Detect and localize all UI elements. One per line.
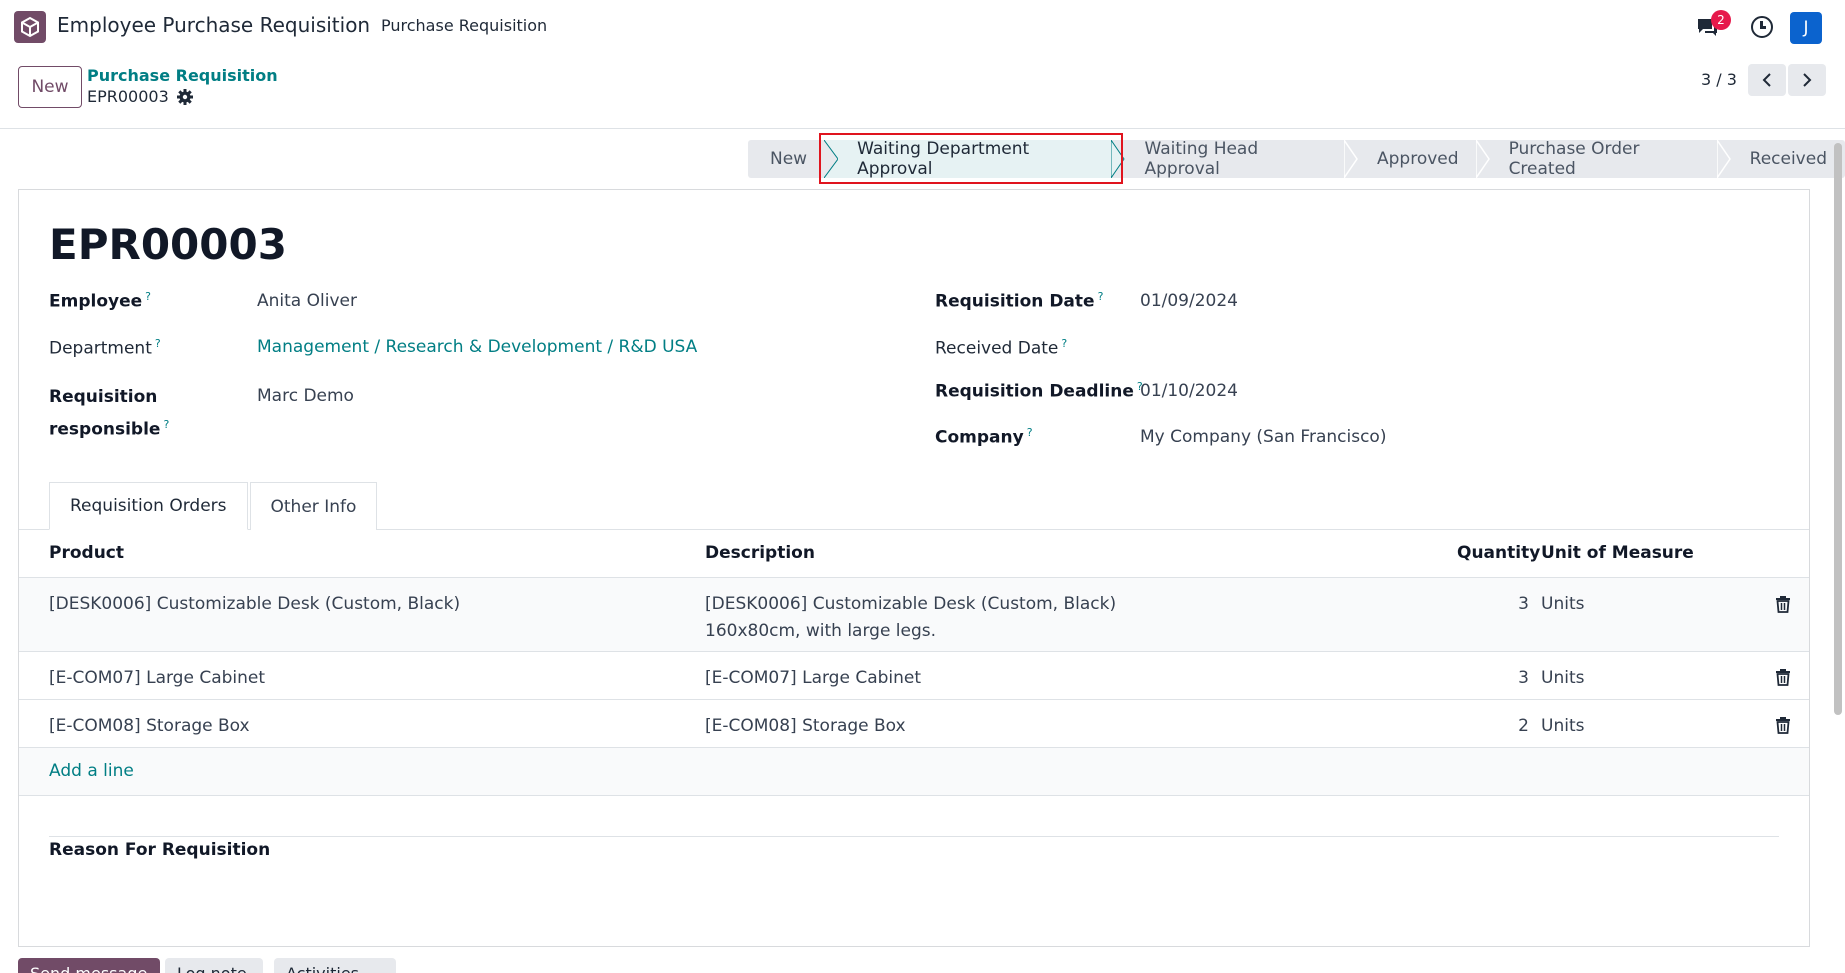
app-logo-icon[interactable]: [14, 11, 46, 43]
status-bar: New Waiting Department Approval Waiting …: [748, 139, 1845, 179]
send-message-button[interactable]: Send message: [18, 958, 160, 973]
quantity-cell[interactable]: 3: [1499, 591, 1529, 618]
stage-new[interactable]: New: [748, 140, 826, 178]
uom-cell[interactable]: Units: [1541, 713, 1584, 740]
product-cell[interactable]: [E-COM08] Storage Box: [49, 713, 250, 740]
requisition-responsible-label: Requisition responsible?: [49, 387, 170, 440]
control-panel: New Purchase Requisition EPR00003 3 / 3: [0, 54, 1845, 129]
quantity-cell[interactable]: 3: [1499, 665, 1529, 692]
pager-value[interactable]: 3 / 3: [1701, 70, 1737, 89]
column-quantity[interactable]: Quantity: [1457, 543, 1540, 563]
stage-purchase-order-created[interactable]: Purchase Order Created: [1476, 139, 1731, 179]
scrollbar-thumb[interactable]: [1834, 143, 1842, 715]
stage-arrow-icon: [1475, 140, 1490, 178]
quantity-cell[interactable]: 2: [1499, 713, 1529, 740]
stage-label: New: [770, 149, 808, 169]
stage-waiting-head-approval[interactable]: Waiting Head Approval: [1112, 139, 1358, 179]
requisition-responsible-field[interactable]: Marc Demo: [257, 386, 354, 406]
table-header: Product Description Quantity Unit of Mea…: [19, 530, 1809, 578]
stage-arrow-icon: [1344, 140, 1358, 178]
department-label: Department?: [49, 337, 161, 359]
breadcrumb-current: EPR00003: [87, 87, 169, 106]
activities-button[interactable]: Activities: [274, 958, 396, 973]
column-description[interactable]: Description: [705, 543, 815, 563]
stage-label: Waiting Head Approval: [1144, 139, 1259, 179]
trash-icon[interactable]: [1775, 668, 1791, 686]
received-date-field[interactable]: [1140, 337, 1440, 361]
app-title[interactable]: Employee Purchase Requisition: [57, 13, 370, 37]
breadcrumb-parent[interactable]: Purchase Requisition: [87, 66, 278, 85]
reason-divider: [49, 836, 1779, 837]
stage-approved[interactable]: Approved: [1345, 140, 1490, 178]
reason-for-requisition-label: Reason For Requisition: [49, 840, 271, 860]
help-icon[interactable]: ?: [1061, 337, 1067, 350]
tab-other-info[interactable]: Other Info: [249, 482, 378, 530]
help-icon[interactable]: ?: [163, 418, 169, 431]
stage-arrow-icon: [1111, 140, 1126, 178]
description-cell[interactable]: [E-COM07] Large Cabinet: [705, 665, 921, 692]
add-line-link[interactable]: Add a line: [49, 761, 134, 781]
trash-icon[interactable]: [1775, 595, 1791, 613]
stage-waiting-department-approval[interactable]: Waiting Department Approval: [824, 139, 1126, 179]
product-cell[interactable]: [E-COM07] Large Cabinet: [49, 665, 265, 692]
new-button[interactable]: New: [18, 66, 82, 108]
company-field[interactable]: My Company (San Francisco): [1140, 427, 1386, 447]
requisition-deadline-label: Requisition Deadline?: [935, 380, 1143, 402]
trash-icon[interactable]: [1775, 716, 1791, 734]
activity-clock-icon[interactable]: [1751, 16, 1773, 38]
chevron-right-icon: [1803, 73, 1812, 87]
uom-cell[interactable]: Units: [1541, 591, 1584, 618]
company-label: Company?: [935, 426, 1033, 448]
table-row[interactable]: [DESK0006] Customizable Desk (Custom, Bl…: [19, 578, 1809, 652]
column-product[interactable]: Product: [49, 543, 124, 563]
stage-label: Approved: [1377, 149, 1459, 169]
stage-arrow-icon: [1716, 140, 1731, 178]
record-title: EPR00003: [49, 220, 287, 269]
received-date-label: Received Date?: [935, 337, 1068, 359]
uom-cell[interactable]: Units: [1541, 665, 1584, 692]
employee-field[interactable]: Anita Oliver: [257, 291, 357, 311]
description-cell[interactable]: [E-COM08] Storage Box: [705, 713, 906, 740]
user-avatar[interactable]: J: [1790, 12, 1822, 44]
requisition-date-field[interactable]: 01/09/2024: [1140, 291, 1238, 311]
employee-label: Employee?: [49, 290, 151, 312]
form-sheet: EPR00003 Employee? Anita Oliver Departme…: [18, 189, 1810, 947]
requisition-orders-table: Product Description Quantity Unit of Mea…: [19, 530, 1809, 796]
add-line-row: Add a line: [19, 748, 1809, 796]
stage-label: Received: [1749, 149, 1827, 169]
department-field[interactable]: Management / Research & Development / R&…: [257, 337, 697, 357]
menu-purchase-requisition[interactable]: Purchase Requisition: [381, 16, 547, 35]
table-row[interactable]: [E-COM07] Large Cabinet [E-COM07] Large …: [19, 652, 1809, 700]
description-cell[interactable]: [DESK0006] Customizable Desk (Custom, Bl…: [705, 591, 1116, 645]
gear-icon[interactable]: [176, 88, 194, 106]
stage-label: Waiting Department Approval: [857, 139, 1030, 179]
requisition-date-label: Requisition Date?: [935, 290, 1104, 312]
stage-label: Purchase Order Created: [1508, 139, 1640, 179]
chat-badge: 2: [1711, 10, 1731, 30]
help-icon[interactable]: ?: [155, 337, 161, 350]
stage-received[interactable]: Received: [1717, 140, 1845, 178]
chevron-left-icon: [1762, 73, 1771, 87]
table-row[interactable]: [E-COM08] Storage Box [E-COM08] Storage …: [19, 700, 1809, 748]
stage-arrow-icon: [824, 140, 839, 178]
top-navbar: Employee Purchase Requisition Purchase R…: [0, 0, 1845, 54]
product-cell[interactable]: [DESK0006] Customizable Desk (Custom, Bl…: [49, 591, 460, 618]
column-unit-of-measure[interactable]: Unit of Measure: [1541, 543, 1694, 563]
help-icon[interactable]: ?: [1027, 426, 1033, 439]
requisition-deadline-field[interactable]: 01/10/2024: [1140, 381, 1238, 401]
tab-requisition-orders[interactable]: Requisition Orders: [49, 482, 248, 530]
pager-previous-button[interactable]: [1748, 64, 1786, 96]
notebook-tabs: Requisition Orders Other Info: [49, 482, 379, 530]
help-icon[interactable]: ?: [1098, 290, 1104, 303]
log-note-button[interactable]: Log note: [165, 958, 263, 973]
pager-next-button[interactable]: [1788, 64, 1826, 96]
help-icon[interactable]: ?: [145, 290, 151, 303]
